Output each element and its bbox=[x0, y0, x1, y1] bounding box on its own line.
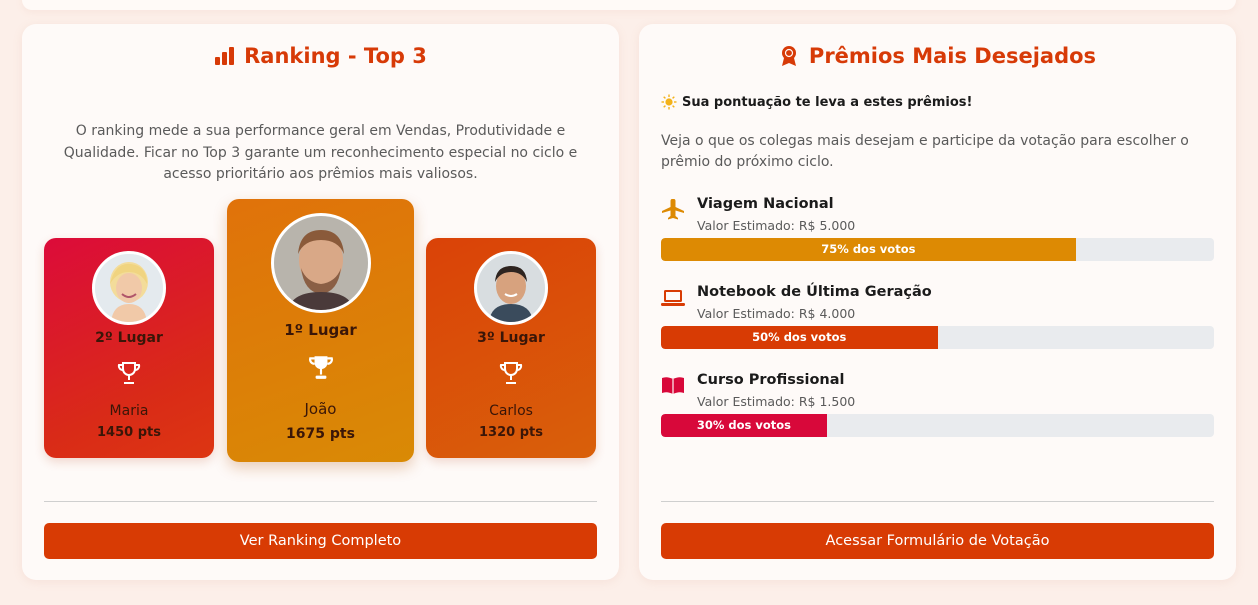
trophy-icon bbox=[307, 353, 335, 385]
votes-bar-fill: 75% dos votos bbox=[661, 238, 1076, 261]
podium-place: 2º Lugar bbox=[95, 330, 163, 346]
view-full-ranking-button[interactable]: Ver Ranking Completo bbox=[44, 523, 597, 559]
award-ribbon-icon bbox=[781, 46, 796, 66]
laptop-icon bbox=[661, 290, 685, 306]
votes-bar: 50% dos votos bbox=[661, 326, 1214, 349]
prize-name: Curso Profissional bbox=[697, 372, 845, 388]
podium-points: 1675 pts bbox=[286, 426, 355, 442]
divider bbox=[44, 501, 597, 502]
divider bbox=[661, 501, 1214, 502]
bar-chart-icon bbox=[215, 47, 235, 65]
prizes-description: Veja o que os colegas mais desejam e par… bbox=[661, 133, 1189, 170]
podium-third: 3º Lugar Carlos 1320 pts bbox=[426, 238, 596, 458]
ranking-card: Ranking - Top 3 O ranking mede a sua per… bbox=[22, 24, 619, 580]
prizes-card: Prêmios Mais Desejados Sua pontuação te … bbox=[639, 24, 1236, 580]
podium-name: Carlos bbox=[489, 403, 533, 419]
ranking-intro: O ranking mede a sua performance geral e… bbox=[63, 123, 578, 182]
podium-first: 1º Lugar João 1675 pts bbox=[227, 199, 414, 462]
podium-name: Maria bbox=[109, 403, 149, 419]
podium-place: 3º Lugar bbox=[477, 330, 545, 346]
trophy-icon bbox=[116, 360, 142, 390]
podium-place: 1º Lugar bbox=[284, 321, 357, 339]
airplane-icon bbox=[662, 199, 684, 220]
previous-section-edge bbox=[22, 0, 1236, 10]
prize-value: Valor Estimado: R$ 4.000 bbox=[697, 306, 856, 321]
votes-bar: 75% dos votos bbox=[661, 238, 1214, 261]
sun-icon bbox=[661, 94, 677, 110]
votes-bar: 30% dos votos bbox=[661, 414, 1214, 437]
voting-form-button[interactable]: Acessar Formulário de Votação bbox=[661, 523, 1214, 559]
votes-bar-fill: 30% dos votos bbox=[661, 414, 827, 437]
avatar bbox=[270, 213, 371, 313]
avatar bbox=[92, 251, 166, 325]
prize-value: Valor Estimado: R$ 1.500 bbox=[697, 394, 856, 409]
book-icon bbox=[662, 377, 684, 394]
podium-name: João bbox=[304, 400, 337, 418]
prize-name: Notebook de Última Geração bbox=[697, 284, 932, 300]
prizes-title: Prêmios Mais Desejados bbox=[639, 44, 1236, 68]
trophy-icon bbox=[498, 360, 524, 390]
prize-value: Valor Estimado: R$ 5.000 bbox=[697, 218, 856, 233]
prizes-subheading: Sua pontuação te leva a estes prêmios! bbox=[661, 94, 972, 110]
podium-second: 2º Lugar Maria 1450 pts bbox=[44, 238, 214, 458]
avatar bbox=[474, 251, 548, 325]
ranking-title: Ranking - Top 3 bbox=[22, 44, 619, 68]
votes-bar-fill: 50% dos votos bbox=[661, 326, 938, 349]
podium-points: 1320 pts bbox=[479, 425, 543, 440]
podium-points: 1450 pts bbox=[97, 425, 161, 440]
prize-name: Viagem Nacional bbox=[697, 196, 834, 212]
